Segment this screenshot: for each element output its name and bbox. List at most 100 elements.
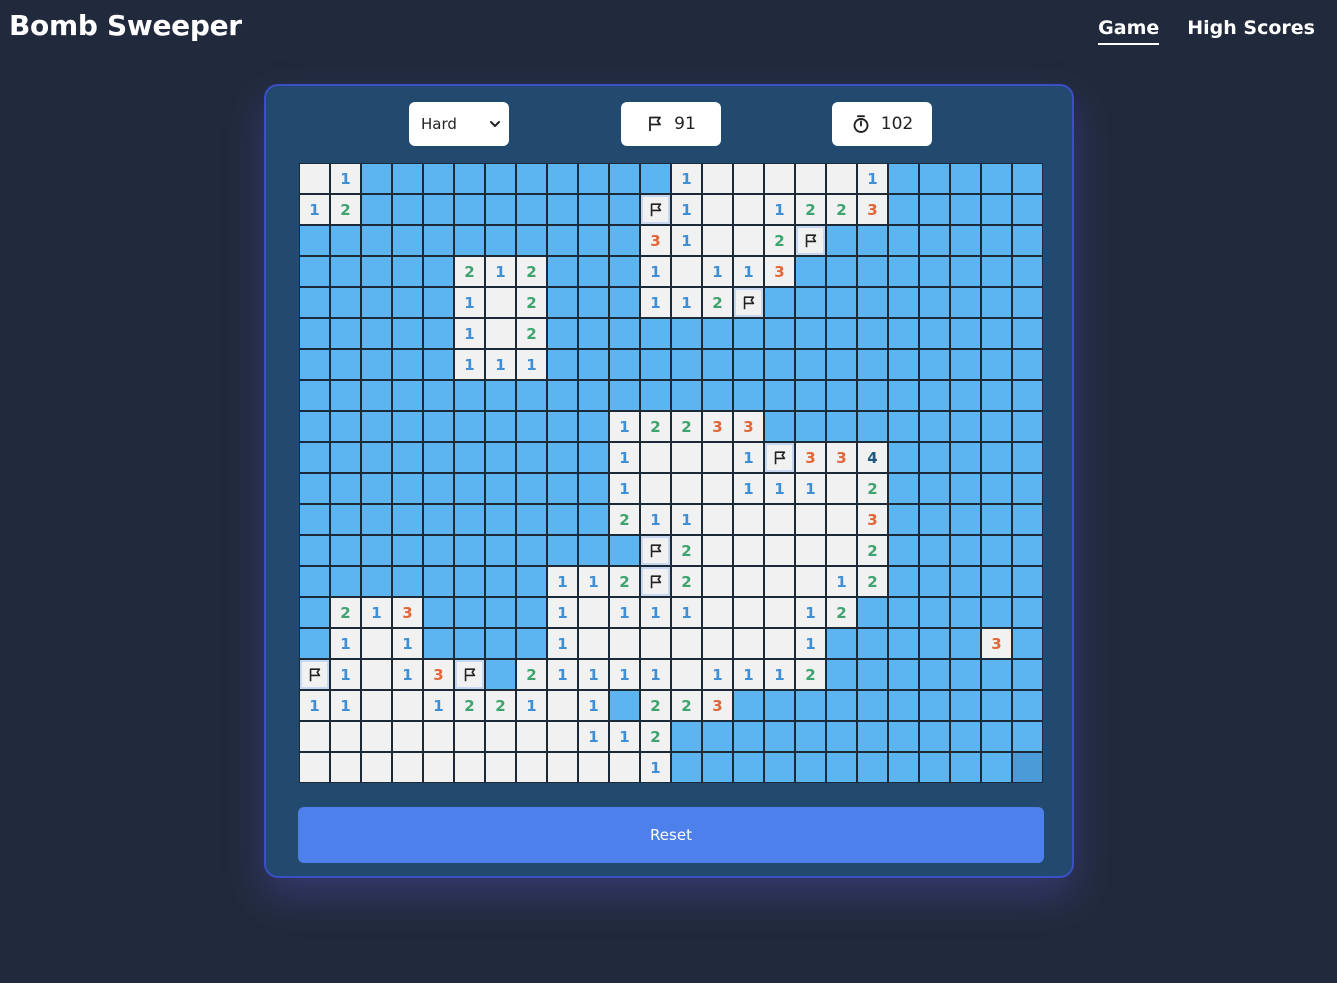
cell-empty[interactable] (485, 721, 516, 752)
cell-hidden[interactable] (981, 256, 1012, 287)
cell-hidden[interactable] (888, 318, 919, 349)
cell-empty[interactable] (702, 566, 733, 597)
cell-hidden[interactable] (888, 411, 919, 442)
cell-flagged[interactable] (764, 442, 795, 473)
cell-number[interactable]: 1 (733, 473, 764, 504)
cell-flagged[interactable] (454, 659, 485, 690)
cell-hidden[interactable] (981, 411, 1012, 442)
cell-number[interactable]: 4 (857, 442, 888, 473)
cell-hidden[interactable] (857, 225, 888, 256)
cell-hidden[interactable] (857, 287, 888, 318)
cell-hidden[interactable] (485, 442, 516, 473)
cell-hidden[interactable] (609, 349, 640, 380)
cell-hidden[interactable] (795, 256, 826, 287)
cell-empty[interactable] (640, 473, 671, 504)
cell-hidden[interactable] (919, 752, 950, 783)
cell-hidden[interactable] (981, 318, 1012, 349)
cell-number[interactable]: 3 (423, 659, 454, 690)
cell-hidden[interactable] (857, 690, 888, 721)
cell-hidden[interactable] (330, 380, 361, 411)
cell-number[interactable]: 2 (671, 690, 702, 721)
cell-empty[interactable] (392, 690, 423, 721)
cell-hidden[interactable] (981, 442, 1012, 473)
cell-number[interactable]: 3 (857, 194, 888, 225)
cell-hidden[interactable] (454, 535, 485, 566)
cell-number[interactable]: 1 (392, 628, 423, 659)
cell-hidden[interactable] (547, 256, 578, 287)
cell-hidden[interactable] (392, 194, 423, 225)
cell-number[interactable]: 1 (702, 659, 733, 690)
cell-number[interactable]: 2 (516, 318, 547, 349)
cell-empty[interactable] (299, 721, 330, 752)
cell-hidden[interactable] (640, 380, 671, 411)
cell-hidden[interactable] (578, 442, 609, 473)
cell-hidden[interactable] (919, 566, 950, 597)
cell-hidden[interactable] (950, 194, 981, 225)
cell-hidden[interactable] (764, 721, 795, 752)
cell-hidden[interactable] (1012, 256, 1043, 287)
cell-hidden[interactable] (888, 659, 919, 690)
cell-number[interactable]: 3 (733, 411, 764, 442)
cell-empty[interactable] (361, 659, 392, 690)
cell-hidden[interactable] (299, 566, 330, 597)
cell-hidden[interactable] (547, 318, 578, 349)
cell-hidden[interactable] (609, 287, 640, 318)
cell-empty[interactable] (733, 194, 764, 225)
cell-hidden[interactable] (857, 411, 888, 442)
cell-hidden[interactable] (392, 380, 423, 411)
cell-hidden[interactable] (578, 194, 609, 225)
cell-hidden[interactable] (392, 287, 423, 318)
cell-hidden[interactable] (1012, 318, 1043, 349)
cell-hidden[interactable] (485, 194, 516, 225)
cell-hidden[interactable] (1012, 194, 1043, 225)
cell-hidden[interactable] (950, 287, 981, 318)
cell-number[interactable]: 2 (609, 566, 640, 597)
cell-empty[interactable] (826, 163, 857, 194)
cell-number[interactable]: 1 (671, 163, 702, 194)
cell-hidden[interactable] (733, 318, 764, 349)
cell-hidden[interactable] (640, 163, 671, 194)
cell-hidden[interactable] (981, 194, 1012, 225)
cell-hidden[interactable] (516, 473, 547, 504)
cell-number[interactable]: 1 (330, 163, 361, 194)
cell-hidden[interactable] (888, 194, 919, 225)
cell-hidden[interactable] (361, 411, 392, 442)
cell-hidden[interactable] (547, 473, 578, 504)
cell-hidden[interactable] (423, 318, 454, 349)
cell-number[interactable]: 1 (454, 349, 485, 380)
cell-hidden[interactable] (485, 225, 516, 256)
cell-number[interactable]: 2 (857, 473, 888, 504)
cell-hidden[interactable] (485, 473, 516, 504)
cell-hidden[interactable] (361, 566, 392, 597)
cell-number[interactable]: 1 (795, 628, 826, 659)
cell-number[interactable]: 1 (640, 597, 671, 628)
cell-number[interactable]: 2 (516, 659, 547, 690)
cell-empty[interactable] (609, 628, 640, 659)
cell-hidden[interactable] (888, 380, 919, 411)
cell-number[interactable]: 2 (454, 256, 485, 287)
cell-hidden[interactable] (423, 163, 454, 194)
cell-hidden[interactable] (454, 194, 485, 225)
cell-hidden[interactable] (547, 442, 578, 473)
cell-hidden[interactable] (330, 504, 361, 535)
cell-hidden[interactable] (888, 535, 919, 566)
cell-number[interactable]: 1 (361, 597, 392, 628)
cell-hidden[interactable] (392, 225, 423, 256)
cell-hidden[interactable] (981, 287, 1012, 318)
cell-number[interactable]: 1 (609, 597, 640, 628)
cell-hidden[interactable] (516, 380, 547, 411)
cell-hidden[interactable] (578, 318, 609, 349)
cell-number[interactable]: 2 (857, 566, 888, 597)
cell-hidden[interactable] (888, 690, 919, 721)
cell-hidden[interactable] (702, 752, 733, 783)
cell-hidden[interactable] (981, 349, 1012, 380)
cell-hidden[interactable] (981, 163, 1012, 194)
cell-hidden[interactable] (299, 473, 330, 504)
cell-hidden[interactable] (423, 473, 454, 504)
cell-hidden[interactable] (950, 504, 981, 535)
cell-empty[interactable] (423, 721, 454, 752)
cell-hidden[interactable] (950, 659, 981, 690)
cell-number[interactable]: 1 (640, 256, 671, 287)
cell-empty[interactable] (547, 690, 578, 721)
cell-hidden[interactable] (888, 566, 919, 597)
